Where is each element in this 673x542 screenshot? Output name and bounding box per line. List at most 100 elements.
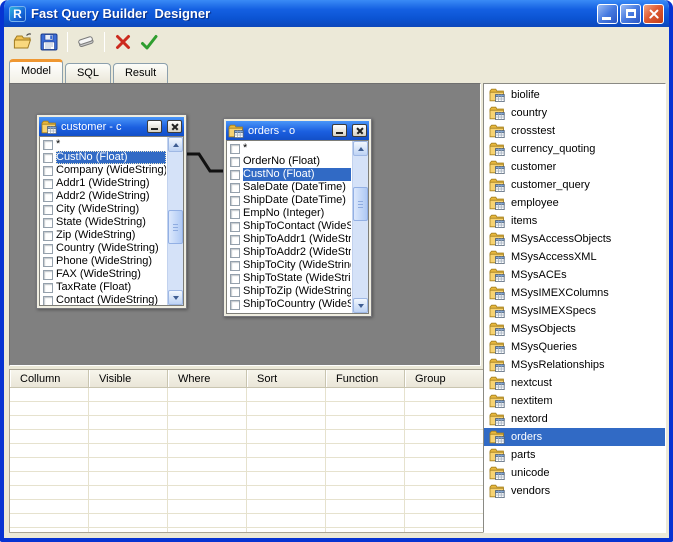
grid-row[interactable] — [10, 458, 484, 472]
field-row[interactable]: OrderNo (Float) — [229, 155, 351, 168]
grid-cell[interactable] — [405, 472, 484, 485]
grid-cell[interactable] — [247, 444, 326, 457]
grid-cell[interactable] — [10, 472, 89, 485]
field-checkbox[interactable] — [230, 300, 240, 310]
grid-cell[interactable] — [405, 458, 484, 471]
grid-cell[interactable] — [247, 486, 326, 499]
table-list-item[interactable]: nextitem — [484, 392, 665, 410]
table-minimize-button[interactable] — [147, 120, 162, 133]
field-checkbox[interactable] — [230, 274, 240, 284]
table-close-button[interactable] — [352, 124, 367, 137]
grid-cell[interactable] — [247, 458, 326, 471]
scroll-up-button[interactable] — [353, 141, 368, 156]
scroll-down-button[interactable] — [353, 298, 368, 313]
field-row[interactable]: CustNo (Float) — [42, 151, 166, 164]
grid-cell[interactable] — [326, 402, 405, 415]
table-close-button[interactable] — [167, 120, 182, 133]
cancel-button[interactable] — [110, 29, 136, 54]
grid-cell[interactable] — [326, 388, 405, 401]
field-row[interactable]: ShipDate (DateTime) — [229, 194, 351, 207]
field-row[interactable]: Zip (WideString) — [42, 229, 166, 242]
minimize-button[interactable] — [597, 4, 618, 24]
field-checkbox[interactable] — [43, 257, 53, 267]
table-list-item[interactable]: nextord — [484, 410, 665, 428]
table-list-item[interactable]: unicode — [484, 464, 665, 482]
grid-cell[interactable] — [247, 388, 326, 401]
grid-cell[interactable] — [10, 388, 89, 401]
grid-cell[interactable] — [247, 416, 326, 429]
field-checkbox[interactable] — [43, 153, 53, 163]
grid-row[interactable] — [10, 402, 484, 416]
close-button[interactable] — [643, 4, 664, 24]
table-list-item[interactable]: MSysQueries — [484, 338, 665, 356]
grid-cell[interactable] — [405, 444, 484, 457]
tab-model[interactable]: Model — [9, 59, 63, 83]
field-checkbox[interactable] — [43, 218, 53, 228]
grid-column-header[interactable]: Group — [405, 370, 484, 387]
grid-cell[interactable] — [168, 500, 247, 513]
field-row[interactable]: ShipToAddr1 (WideString) — [229, 233, 351, 246]
table-list-item[interactable]: MSysObjects — [484, 320, 665, 338]
grid-cell[interactable] — [247, 514, 326, 527]
field-checkbox[interactable] — [230, 222, 240, 232]
grid-cell[interactable] — [326, 500, 405, 513]
field-checkbox[interactable] — [43, 231, 53, 241]
grid-cell[interactable] — [168, 472, 247, 485]
grid-cell[interactable] — [168, 430, 247, 443]
grid-cell[interactable] — [405, 402, 484, 415]
grid-cell[interactable] — [326, 458, 405, 471]
grid-cell[interactable] — [405, 430, 484, 443]
grid-cell[interactable] — [168, 416, 247, 429]
grid-column-header[interactable]: Sort — [247, 370, 326, 387]
grid-column-header[interactable]: Function — [326, 370, 405, 387]
grid-cell[interactable] — [405, 514, 484, 527]
scroll-up-button[interactable] — [168, 137, 183, 152]
grid-row[interactable] — [10, 430, 484, 444]
field-checkbox[interactable] — [43, 140, 53, 150]
table-list-item[interactable]: MSysIMEXColumns — [484, 284, 665, 302]
tab-result[interactable]: Result — [113, 63, 168, 83]
field-row[interactable]: Phone (WideString) — [42, 255, 166, 268]
grid-cell[interactable] — [405, 528, 484, 533]
field-row[interactable]: ShipToAddr2 (WideString) — [229, 246, 351, 259]
table-list-item[interactable]: country — [484, 104, 665, 122]
open-file-button[interactable] — [10, 29, 36, 54]
field-row[interactable]: ShipToZip (WideString) — [229, 285, 351, 298]
field-checkbox[interactable] — [43, 270, 53, 280]
field-row[interactable]: ShipToCountry (WideString) — [229, 298, 351, 311]
field-row[interactable]: CustNo (Float) — [229, 168, 351, 181]
scrollbar-thumb[interactable] — [353, 187, 368, 221]
field-checkbox[interactable] — [230, 287, 240, 297]
maximize-button[interactable] — [620, 4, 641, 24]
design-area[interactable]: customer - c * — [9, 83, 481, 366]
grid-cell[interactable] — [168, 444, 247, 457]
scrollbar-track[interactable] — [168, 152, 183, 290]
grid-column-header[interactable]: Where — [168, 370, 247, 387]
grid-cell[interactable] — [326, 472, 405, 485]
field-row[interactable]: EmpNo (Integer) — [229, 207, 351, 220]
grid-row[interactable] — [10, 444, 484, 458]
grid-cell[interactable] — [326, 416, 405, 429]
grid-cell[interactable] — [168, 514, 247, 527]
grid-cell[interactable] — [89, 444, 168, 457]
table-box-titlebar[interactable]: orders - o — [226, 121, 369, 140]
grid-cell[interactable] — [247, 472, 326, 485]
field-row[interactable]: * — [229, 142, 351, 155]
scroll-down-button[interactable] — [168, 290, 183, 305]
field-row[interactable]: Addr1 (WideString) — [42, 177, 166, 190]
grid-cell[interactable] — [89, 472, 168, 485]
field-row[interactable]: * — [42, 138, 166, 151]
field-checkbox[interactable] — [43, 166, 53, 176]
table-list-item[interactable]: orders — [484, 428, 665, 446]
grid-cell[interactable] — [326, 514, 405, 527]
field-checkbox[interactable] — [43, 192, 53, 202]
grid-cell[interactable] — [10, 402, 89, 415]
field-checkbox[interactable] — [230, 248, 240, 258]
grid-cell[interactable] — [89, 458, 168, 471]
table-list-item[interactable]: MSysIMEXSpecs — [484, 302, 665, 320]
table-box-titlebar[interactable]: customer - c — [39, 117, 184, 136]
table-minimize-button[interactable] — [332, 124, 347, 137]
field-checkbox[interactable] — [43, 283, 53, 293]
grid-cell[interactable] — [168, 486, 247, 499]
field-row[interactable]: Company (WideString) — [42, 164, 166, 177]
